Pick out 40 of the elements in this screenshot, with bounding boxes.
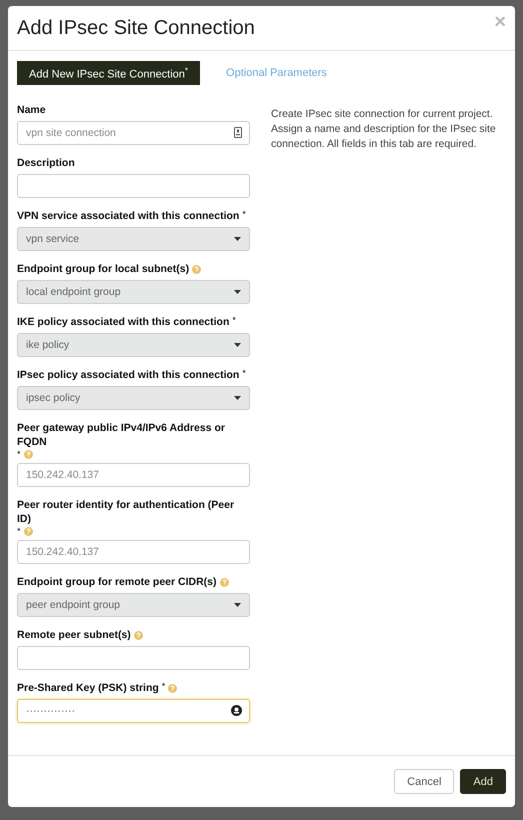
field-label: Endpoint group for local subnet(s) [17, 262, 190, 276]
select-field[interactable]: local endpoint group [17, 280, 250, 304]
required-mark: * [17, 526, 21, 536]
help-text: Create IPsec site connection for current project. Assign a name and description for the IPsec site connection. All fields in this tab are required. [271, 107, 497, 152]
text-field[interactable] [17, 646, 250, 670]
text-field[interactable] [17, 174, 250, 198]
field-label: VPN service associated with this connection [17, 209, 240, 223]
select-field[interactable]: peer endpoint group [17, 593, 250, 617]
tab[interactable]: Optional Parameters [214, 61, 339, 85]
select-field[interactable]: ipsec policy [17, 386, 250, 410]
field-label: Endpoint group for remote peer CIDR(s) [17, 575, 216, 589]
field-label: Remote peer subnet(s) [17, 628, 131, 642]
cancel-button[interactable]: Cancel [394, 769, 454, 794]
badge-icon [231, 705, 242, 716]
required-mark: * [242, 368, 246, 378]
required-mark: * [17, 449, 21, 459]
text-field[interactable]: vpn site connection [17, 121, 250, 145]
field-label: Peer router identity for authentication (Peer ID) [17, 498, 236, 526]
field-label: Pre-Shared Key (PSK) string [17, 681, 159, 695]
field-label: Name [17, 103, 46, 117]
caret-icon [234, 290, 241, 294]
field-label: IPsec policy associated with this connection [17, 368, 240, 382]
field-label: Description [17, 156, 75, 170]
select-field[interactable]: ike policy [17, 333, 250, 357]
caret-icon [234, 396, 241, 400]
required-mark: * [232, 315, 236, 325]
tab[interactable]: Add New IPsec Site Connection$^{*}$ [17, 61, 200, 85]
dialog-title: Add IPsec Site Connection [17, 16, 255, 40]
password-field[interactable]: ·············· [17, 699, 250, 723]
field-label: IKE policy associated with this connection [17, 315, 230, 329]
caret-icon [234, 237, 241, 241]
select-field[interactable]: vpn service [17, 227, 250, 251]
text-field[interactable]: 150.242.40.137 [17, 463, 250, 487]
required-mark: * [162, 681, 166, 691]
add-button[interactable]: Add [460, 769, 506, 794]
field-label: Peer gateway public IPv4/IPv6 Address or FQDN [17, 421, 226, 449]
text-field[interactable]: 150.242.40.137 [17, 540, 250, 564]
required-mark: * [242, 209, 246, 219]
caret-icon [234, 343, 241, 347]
caret-icon [234, 603, 241, 607]
